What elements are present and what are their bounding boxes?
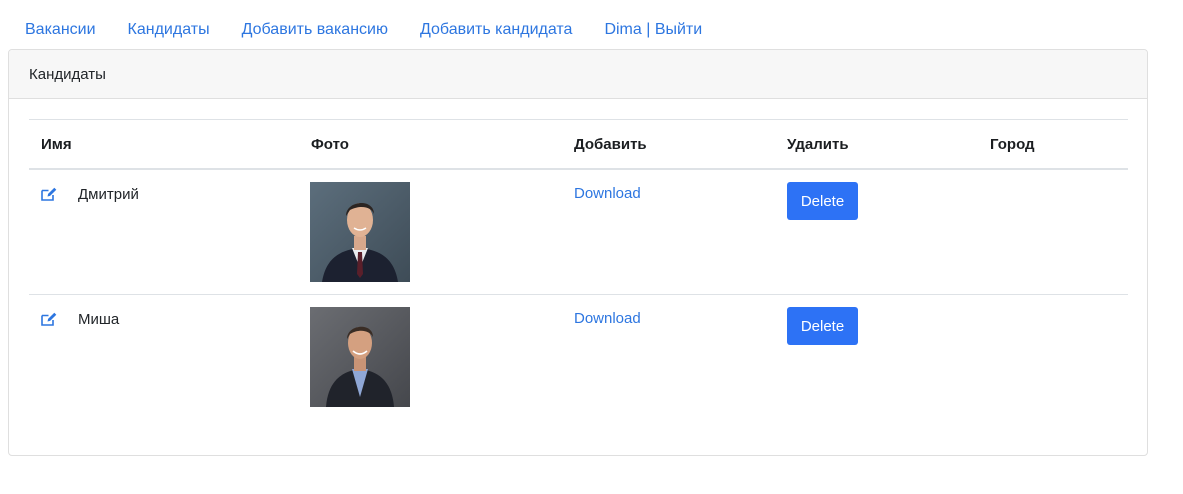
candidate-photo [310,307,410,407]
edit-icon[interactable] [41,312,57,326]
candidates-card: Кандидаты Имя Фото Добавить Удалить Горо… [8,49,1148,456]
candidate-name: Дмитрий [78,186,139,203]
nav-link-add-vacancy[interactable]: Добавить вакансию [226,19,404,41]
candidate-name: Миша [78,311,120,328]
column-header-city: Город [990,136,1035,153]
top-navigation: Вакансии Кандидаты Добавить вакансию Доб… [9,19,718,41]
column-header-delete: Удалить [787,136,849,153]
candidates-table: Имя Фото Добавить Удалить Город Дмитрий [29,119,1128,420]
download-link[interactable]: Download [574,310,641,327]
card-title: Кандидаты [29,65,106,83]
delete-button[interactable]: Delete [787,307,858,345]
table-row: Дмитрий Download Delete [29,170,1128,295]
nav-link-user-logout[interactable]: Dima | Выйти [588,19,718,41]
nav-link-vacancies[interactable]: Вакансии [9,19,112,41]
card-header: Кандидаты [9,50,1147,99]
column-header-photo: Фото [311,136,349,153]
nav-link-candidates[interactable]: Кандидаты [112,19,226,41]
download-link[interactable]: Download [574,185,641,202]
column-header-add: Добавить [574,136,647,153]
edit-icon[interactable] [41,187,57,201]
column-header-name: Имя [41,136,72,153]
nav-link-add-candidate[interactable]: Добавить кандидата [404,19,588,41]
table-row: Миша Download Delete [29,295,1128,420]
table-header-row: Имя Фото Добавить Удалить Город [29,119,1128,170]
delete-button[interactable]: Delete [787,182,858,220]
candidate-photo [310,182,410,282]
